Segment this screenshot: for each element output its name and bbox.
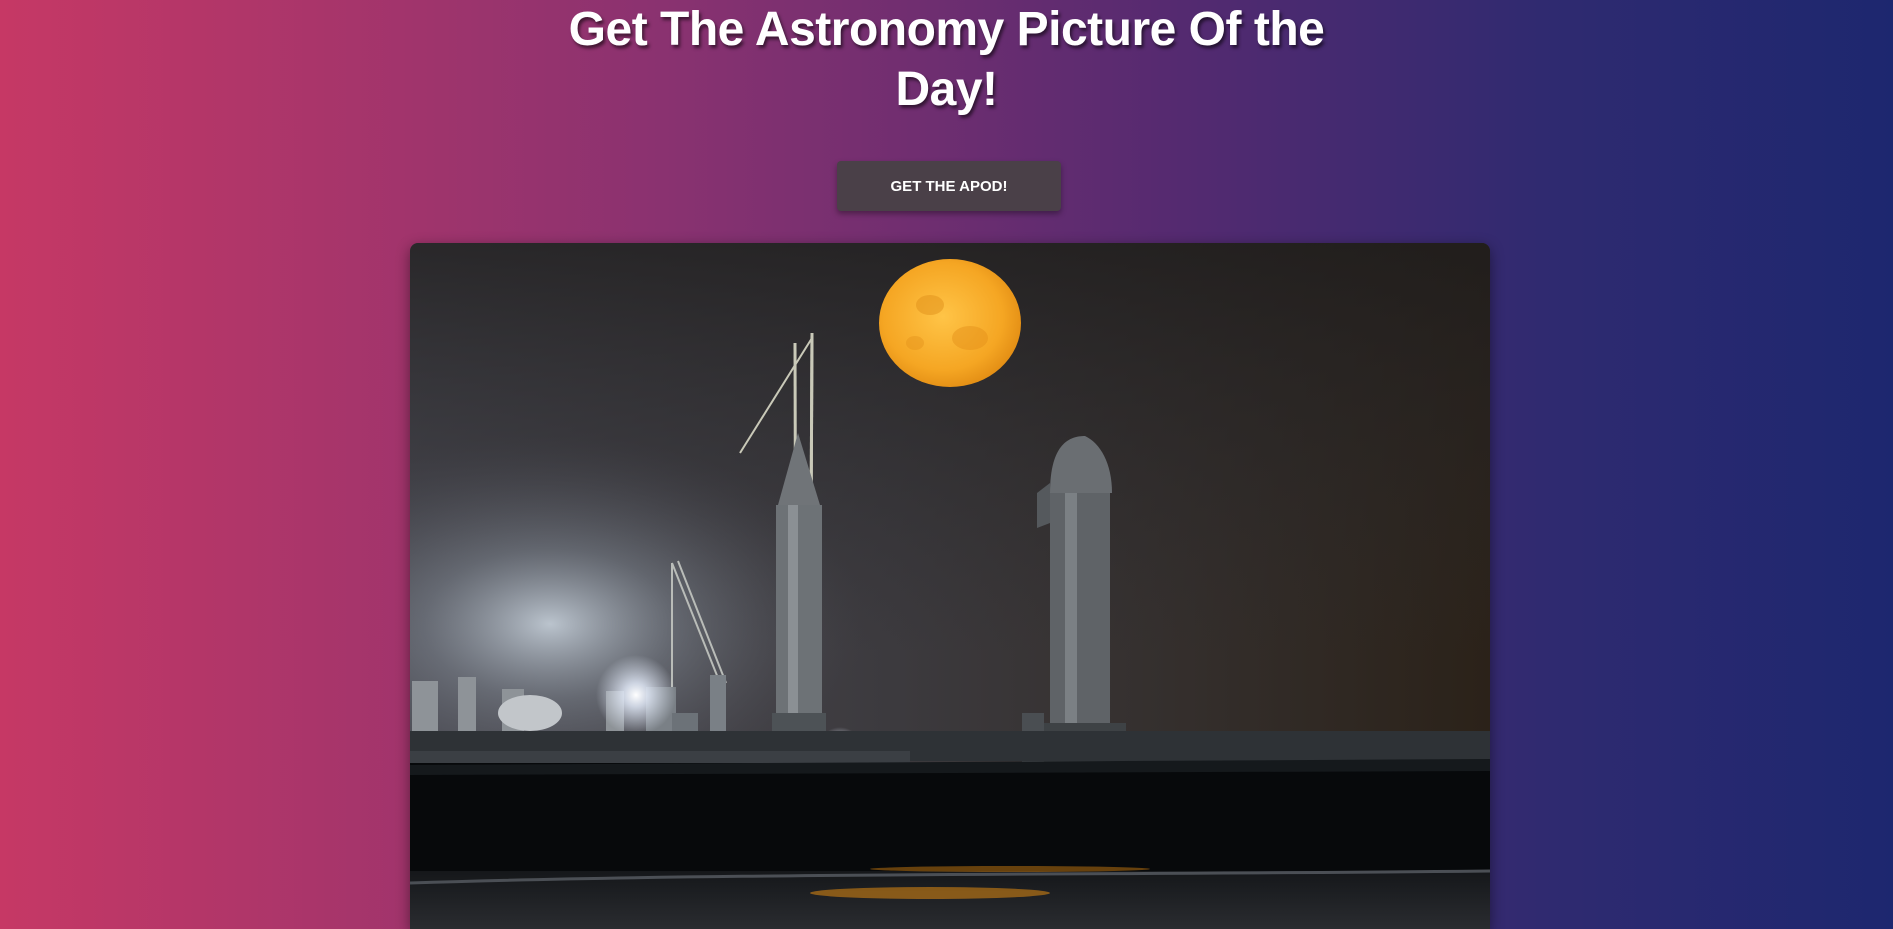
get-apod-button[interactable]: GET THE APOD! (837, 161, 1061, 211)
apod-image (410, 243, 1490, 929)
moon (879, 259, 1021, 387)
page-title: Get The Astronomy Picture Of the Day! (568, 3, 1325, 116)
grassland (410, 763, 1490, 873)
page-header: Get The Astronomy Picture Of the Day! (0, 0, 1893, 120)
